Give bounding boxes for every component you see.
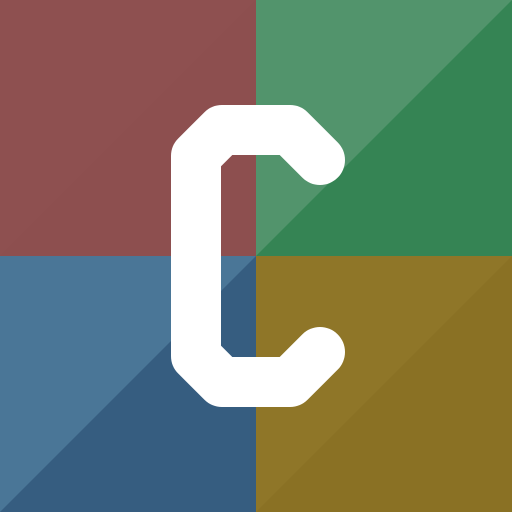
letter-c-logo-icon <box>0 0 512 512</box>
app-logo <box>0 0 512 512</box>
